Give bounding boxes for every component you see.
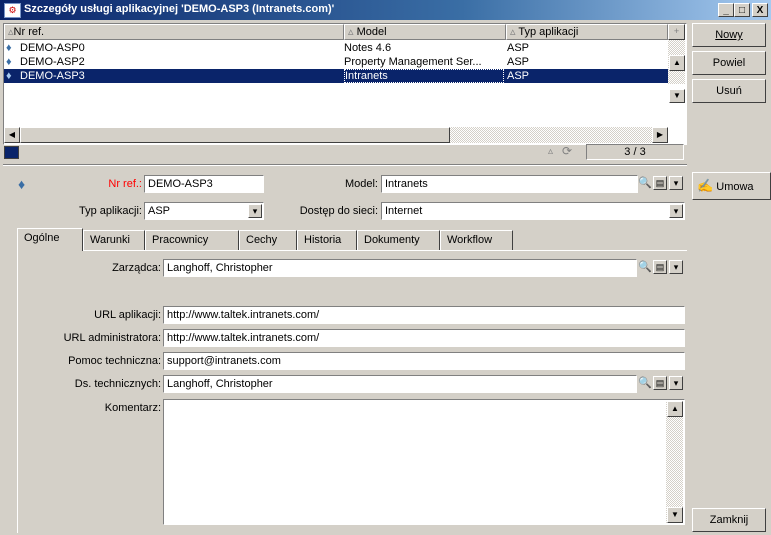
close-window-button[interactable]: X [752, 3, 768, 17]
tab-employees[interactable]: Pracownicy [145, 230, 239, 250]
chevron-down-icon[interactable]: ▾ [248, 204, 262, 218]
ref-field[interactable]: DEMO-ASP3 [144, 175, 264, 193]
scroll-up-button[interactable]: ▲ [667, 401, 683, 417]
refresh-icon[interactable]: ⟳ [562, 144, 572, 158]
search-icon[interactable]: 🔍 [638, 376, 652, 390]
delete-button[interactable]: Usuń [692, 79, 766, 103]
network-select[interactable]: Internet [381, 202, 685, 220]
details-button[interactable]: ▤ [653, 260, 667, 274]
record-icon: ♦ [6, 42, 12, 54]
maximize-button[interactable]: □ [734, 3, 750, 17]
type-label: Typ aplikacji: [79, 205, 142, 217]
scroll-down-button[interactable]: ▼ [669, 89, 685, 103]
url-app-label: URL aplikacji: [94, 309, 161, 321]
column-header-ref[interactable]: ▵Nr ref. [4, 24, 344, 40]
dropdown-button[interactable]: ▾ [669, 176, 683, 190]
network-label: Dostęp do sieci: [299, 205, 378, 217]
dropdown-button[interactable]: ▾ [669, 376, 683, 390]
ref-label: Nr ref.: [108, 178, 142, 190]
url-admin-label: URL administratora: [63, 332, 161, 344]
scroll-up-button[interactable]: ▲ [669, 55, 685, 71]
list-item[interactable]: ♦ DEMO-ASP2 Property Management Ser... A… [4, 55, 668, 69]
close-button[interactable]: Zamknij [692, 508, 766, 532]
tab-workflow[interactable]: Workflow [440, 230, 513, 250]
dropdown-button[interactable]: ▾ [669, 260, 683, 274]
tab-general[interactable]: Ogólne [17, 228, 83, 251]
tab-conditions[interactable]: Warunki [83, 230, 145, 250]
support-field[interactable]: support@intranets.com [163, 352, 685, 370]
details-button[interactable]: ▤ [653, 376, 667, 390]
column-header-model[interactable]: ▵ Model [344, 24, 506, 40]
record-icon: ♦ [6, 70, 12, 82]
list-header: ▵Nr ref. ▵ Model ▵ Typ aplikacji [4, 24, 668, 40]
scroll-left-button[interactable]: ◀ [4, 127, 20, 143]
url-admin-field[interactable]: http://www.taltek.intranets.com/ [163, 329, 685, 347]
minimize-button[interactable]: _ [718, 3, 734, 17]
tab-features[interactable]: Cechy [239, 230, 297, 250]
tab-documents[interactable]: Dokumenty [357, 230, 440, 250]
scroll-down-button[interactable]: ▼ [667, 507, 683, 523]
duplicate-button[interactable]: Powiel [692, 51, 766, 75]
column-chooser-button[interactable]: + [668, 24, 685, 40]
search-icon[interactable]: 🔍 [638, 260, 652, 274]
window-title: Szczegóły usługi aplikacyjnej 'DEMO-ASP3… [24, 3, 335, 15]
sort-icon: ▵ [348, 26, 357, 38]
horizontal-scroll-thumb[interactable] [20, 127, 450, 143]
record-icon: ♦ [6, 56, 12, 68]
comment-textarea[interactable] [163, 399, 685, 525]
column-header-type[interactable]: ▵ Typ aplikacji [506, 24, 668, 40]
scroll-right-button[interactable]: ▶ [652, 127, 668, 143]
contract-icon: ✍ [697, 178, 714, 193]
new-button[interactable]: Nowy [692, 23, 766, 47]
support-label: Pomoc techniczna: [68, 355, 161, 367]
table-view-icon[interactable] [4, 146, 19, 159]
record-counter: 3 / 3 [586, 144, 684, 160]
record-type-icon: ♦ [18, 176, 26, 192]
record-list[interactable]: ▵Nr ref. ▵ Model ▵ Typ aplikacji + ♦ DEM… [3, 23, 687, 145]
tech-label: Ds. technicznych: [74, 378, 161, 390]
list-item-selected[interactable]: ♦ DEMO-ASP3 Intranets ASP [4, 69, 668, 83]
app-icon: ⚙ [4, 3, 21, 18]
comment-label: Komentarz: [104, 402, 161, 414]
url-app-field[interactable]: http://www.taltek.intranets.com/ [163, 306, 685, 324]
model-field[interactable]: Intranets [381, 175, 638, 193]
tech-field[interactable]: Langhoff, Christopher [163, 375, 637, 393]
details-button[interactable]: ▤ [653, 176, 667, 190]
sort-indicator-icon: ▵ [548, 146, 554, 157]
list-item[interactable]: ♦ DEMO-ASP0 Notes 4.6 ASP [4, 41, 668, 55]
search-icon[interactable]: 🔍 [638, 176, 652, 190]
manager-field[interactable]: Langhoff, Christopher [163, 259, 637, 277]
contract-button[interactable]: ✍ Umowa [692, 172, 771, 200]
chevron-down-icon[interactable]: ▾ [669, 204, 683, 218]
type-select[interactable]: ASP [144, 202, 264, 220]
manager-label: Zarządca: [112, 262, 161, 274]
model-label: Model: [344, 178, 378, 190]
comment-scrollbar[interactable] [666, 401, 683, 523]
tab-history[interactable]: Historia [297, 230, 357, 250]
divider [3, 165, 687, 166]
